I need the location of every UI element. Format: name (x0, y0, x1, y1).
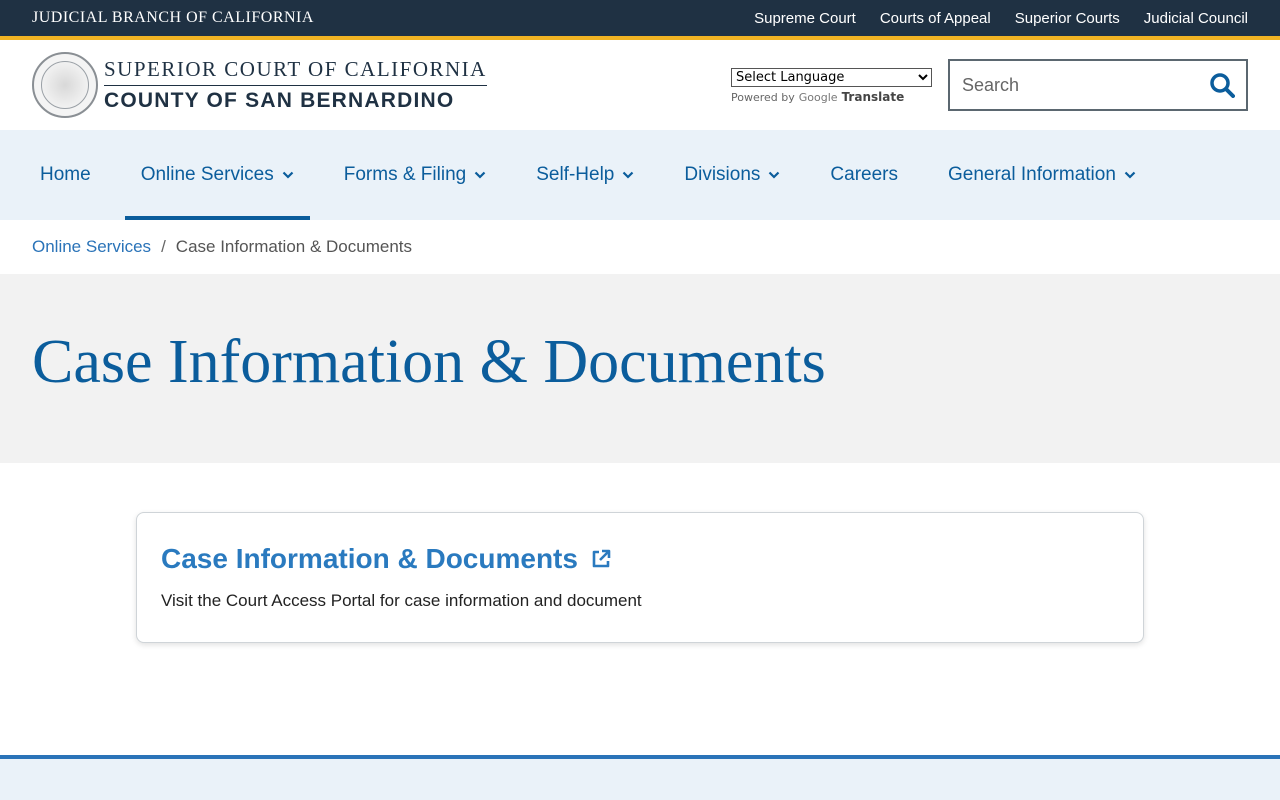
site-footer (0, 755, 1280, 800)
main-navigation: Home Online Services Forms & Filing Self… (0, 130, 1280, 220)
external-link-icon (592, 549, 611, 568)
link-courts-of-appeal[interactable]: Courts of Appeal (880, 10, 991, 27)
nav-item-general-information[interactable]: General Information (932, 130, 1152, 220)
breadcrumb-current: Case Information & Documents (175, 237, 413, 256)
google-translate-widget: Select Language Powered by Google Transl… (731, 68, 932, 104)
page-title: Case Information & Documents (32, 328, 826, 396)
judicial-branch-label: JUDICIAL BRANCH OF CALIFORNIA (32, 9, 314, 26)
search-input[interactable] (950, 61, 1198, 109)
powered-by-google: Powered by Google Translate (731, 90, 932, 104)
logo-line-county: COUNTY OF SAN BERNARDINO (104, 89, 455, 112)
page-hero: Case Information & Documents (0, 274, 1280, 463)
chevron-down-icon (474, 171, 486, 179)
site-logo-text[interactable]: SUPERIOR COURT OF CALIFORNIA COUNTY OF S… (104, 57, 487, 113)
card-title-link[interactable]: Case Information & Documents (161, 543, 1119, 575)
nav-item-divisions[interactable]: Divisions (668, 130, 796, 220)
language-select[interactable]: Select Language (731, 68, 932, 87)
link-supreme-court[interactable]: Supreme Court (754, 10, 856, 27)
chevron-down-icon (282, 171, 294, 179)
breadcrumb-link-online-services[interactable]: Online Services (32, 237, 151, 257)
chevron-down-icon (623, 171, 634, 179)
chevron-down-icon (1124, 171, 1136, 179)
search-button[interactable] (1198, 61, 1246, 109)
search-icon (1210, 73, 1235, 98)
nav-item-self-help[interactable]: Self-Help (520, 130, 650, 220)
court-seal-logo[interactable] (32, 52, 98, 118)
translate-link[interactable]: Translate (842, 90, 905, 104)
nav-label: Self-Help (536, 164, 615, 185)
link-judicial-council[interactable]: Judicial Council (1144, 10, 1248, 27)
nav-label: Divisions (684, 164, 761, 185)
breadcrumb-separator: / (161, 237, 166, 256)
nav-item-careers[interactable]: Careers (814, 130, 914, 220)
nav-label: General Information (947, 164, 1116, 185)
nav-label: Careers (830, 164, 898, 185)
card-description: Visit the Court Access Portal for case i… (161, 591, 642, 610)
nav-label: Forms & Filing (343, 164, 467, 185)
breadcrumb: Online Services / Case Information & Doc… (0, 220, 1280, 274)
nav-label: Home (40, 164, 91, 185)
service-card[interactable]: Case Information & Documents Visit the C… (136, 512, 1144, 643)
nav-label: Online Services (140, 164, 274, 185)
chevron-down-icon (769, 171, 780, 179)
top-utility-bar: JUDICIAL BRANCH OF CALIFORNIA Supreme Co… (0, 0, 1280, 40)
powered-by-label: Powered by (731, 90, 795, 104)
card-title-text: Case Information & Documents (161, 543, 578, 574)
site-header: SUPERIOR COURT OF CALIFORNIA COUNTY OF S… (0, 40, 1280, 130)
link-superior-courts[interactable]: Superior Courts (1015, 10, 1120, 27)
logo-line-court: SUPERIOR COURT OF CALIFORNIA (104, 57, 487, 86)
utility-nav: Supreme Court Courts of Appeal Superior … (754, 10, 1248, 27)
google-logo-text: Google (798, 90, 838, 104)
site-search (948, 59, 1248, 111)
nav-item-forms-filing[interactable]: Forms & Filing (328, 130, 502, 220)
nav-item-home[interactable]: Home (24, 130, 107, 220)
seal-emblem-icon (41, 61, 89, 109)
nav-item-online-services[interactable]: Online Services (124, 130, 310, 220)
